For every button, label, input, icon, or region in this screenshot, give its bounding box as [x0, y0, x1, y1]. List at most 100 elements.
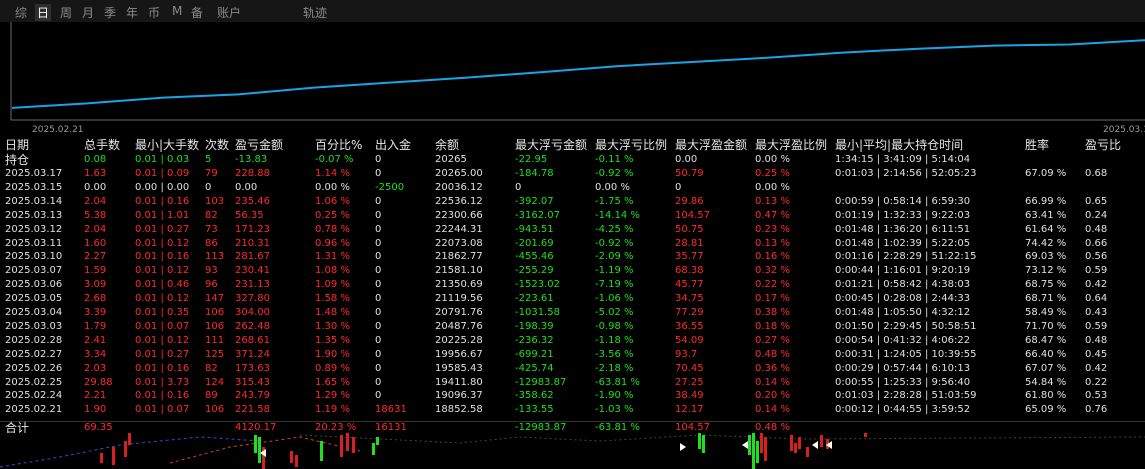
cell-balance: 21119.56	[435, 293, 483, 305]
cell-hold-time: 0:01:03 | 2:28:28 | 51:03:59	[835, 390, 977, 402]
cell-max-float-profit-pct: 0.47 %	[755, 209, 790, 221]
table-row[interactable]: 2025.03.12 2.04 0.01 | 0.27 73 171.23 0.78 % 0…	[0, 224, 1145, 237]
cell-max-float-loss: -1523.02	[515, 279, 560, 291]
cell-deposit: 0	[375, 223, 382, 235]
col-header-pnl[interactable]: 盈亏金额	[235, 139, 283, 151]
cell-deposit: 0	[375, 376, 382, 388]
table-row[interactable]: 2025.03.07 1.59 0.01 | 0.12 93 230.41 1.08 % 0…	[0, 265, 1145, 278]
tab-daily[interactable]: 日	[35, 4, 52, 21]
cell-deposit: 0	[375, 154, 382, 165]
cell-hold-time: 0:01:21 | 0:58:42 | 4:38:03	[835, 279, 971, 291]
col-header-deposit[interactable]: 出入金	[375, 139, 411, 151]
col-header-date[interactable]: 日期	[5, 139, 29, 151]
table-row[interactable]: 2025.02.26 2.03 0.01 | 0.16 82 173.63 0.89 % 0…	[0, 363, 1145, 376]
cell-max-float-loss-pct: -0.92 %	[595, 168, 634, 179]
tab-weekly[interactable]: 周	[60, 4, 72, 21]
cell-total-lots: 3.39	[84, 307, 107, 318]
cell-balance: 21862.77	[435, 251, 483, 263]
table-row[interactable]: 2025.02.28 2.41 0.01 | 0.12 111 268.61 1.35 %…	[0, 335, 1145, 348]
candle	[798, 437, 801, 449]
tab-notes[interactable]: 备	[191, 4, 203, 21]
cell-balance: 19096.37	[435, 390, 483, 402]
col-header-max-float-profit-pct[interactable]: 最大浮盈比例	[755, 139, 827, 151]
table-row[interactable]: 2025.03.13 5.38 0.01 | 1.01 82 56.35 0.25 % 0 2…	[0, 210, 1145, 223]
table-row[interactable]: 2025.02.27 3.34 0.01 | 0.27 125 371.24 1.90 %…	[0, 349, 1145, 362]
tab-yearly[interactable]: 年	[126, 4, 138, 21]
cell-deposit: 0	[375, 348, 382, 360]
cell-date: 2025.03.06	[5, 279, 63, 291]
cell-total-lots: 5.38	[84, 209, 107, 221]
candle	[820, 435, 823, 447]
col-header-min-max-lots[interactable]: 最小|大手数	[135, 139, 199, 151]
tab-magic[interactable]: M	[172, 4, 182, 18]
cell-min-max-lots: 0.01 | 1.01	[135, 209, 190, 221]
cell-pl-ratio: 0.59	[1085, 265, 1108, 277]
cell-pl-ratio: 0.64	[1085, 293, 1108, 305]
cell-min-max-lots: 0.00 | 0.00	[135, 181, 190, 193]
cell-min-max-lots: 0.01 | 0.12	[135, 265, 190, 277]
table-row[interactable]: 2025.03.06 3.09 0.01 | 0.46 96 231.13 1.09 % 0…	[0, 279, 1145, 292]
cell-win-rate: 61.64 %	[1025, 223, 1067, 235]
cell-win-rate: 69.03 %	[1025, 251, 1067, 263]
col-header-max-float-loss-pct[interactable]: 最大浮亏比例	[595, 139, 667, 151]
cell-max-float-profit-pct: 0.17 %	[755, 293, 790, 305]
cell-hold-time: 0:01:48 | 1:05:50 | 4:32:12	[835, 307, 971, 318]
col-header-hold-time[interactable]: 最小|平均|最大持仓时间	[835, 139, 963, 151]
cell-max-float-loss: -358.62	[515, 390, 554, 402]
cell-hold-time: 0:01:48 | 1:02:39 | 5:22:05	[835, 237, 971, 249]
col-header-max-float-profit[interactable]: 最大浮盈金额	[675, 139, 747, 151]
cell-date: 2025.03.07	[5, 265, 63, 277]
tab-track[interactable]: 轨迹	[303, 4, 327, 21]
table-row[interactable]: 2025.03.10 2.27 0.01 | 0.16 113 281.67 1.31 %…	[0, 251, 1145, 264]
cell-date: 2025.03.10	[5, 251, 63, 263]
cell-balance: 22536.12	[435, 195, 483, 207]
cell-max-float-loss-pct: -1.06 %	[595, 293, 634, 305]
cell-pl-ratio: 0.68	[1085, 168, 1108, 179]
cell-total-lots: 0.00	[84, 181, 107, 193]
cell-pl-ratio: 0.53	[1085, 390, 1108, 402]
col-header-pl-ratio[interactable]: 盈亏比	[1085, 139, 1121, 151]
cell-total-lots: 2.27	[84, 251, 107, 263]
cell-max-float-loss-pct: -1.90 %	[595, 390, 634, 402]
cell-deposit: 0	[375, 251, 382, 263]
cell-count: 86	[205, 237, 218, 249]
row-open-positions[interactable]: 持仓 0.08 0.01 | 0.03 5 -13.83 -0.07 % 0 20265 -22…	[0, 154, 1145, 167]
col-header-balance[interactable]: 余额	[435, 139, 459, 151]
table-row[interactable]: 2025.03.05 2.68 0.01 | 0.12 147 327.80 1.58 %…	[0, 293, 1145, 306]
tab-quarterly[interactable]: 季	[104, 4, 116, 21]
table-row[interactable]: 2025.03.03 1.79 0.01 | 0.07 106 262.48 1.30 %…	[0, 321, 1145, 334]
cell-pnl: 304.00	[235, 307, 270, 318]
cell-max-float-profit-pct: 0.00 %	[755, 181, 790, 193]
cell-pl-ratio: 0.45	[1085, 348, 1108, 360]
cell-max-float-profit-pct: 0.20 %	[755, 390, 790, 402]
col-header-pct[interactable]: 百分比%	[315, 139, 362, 151]
cell-count: 147	[205, 293, 225, 305]
col-header-win-rate[interactable]: 胜率	[1025, 139, 1049, 151]
cell-min-max-lots: 0.01 | 0.35	[135, 307, 190, 318]
table-row[interactable]: 2025.02.24 2.21 0.01 | 0.16 89 243.79 1.29 % 0…	[0, 390, 1145, 403]
cell-pl-ratio: 0.59	[1085, 320, 1108, 332]
table-row[interactable]: 2025.03.11 1.60 0.01 | 0.12 86 210.31 0.96 % 0…	[0, 238, 1145, 251]
cell-max-float-profit-pct: 0.48 %	[755, 348, 790, 360]
tab-account[interactable]: 账户	[217, 4, 241, 21]
table-row[interactable]: 2025.03.04 3.39 0.01 | 0.35 106 304.00 1.48 %…	[0, 307, 1145, 320]
tab-currency[interactable]: 币	[148, 4, 160, 21]
col-header-total-lots[interactable]: 总手数	[84, 139, 120, 151]
cell-count: 96	[205, 279, 218, 291]
cell-hold-time: 1:34:15 | 3:41:09 | 5:14:04	[835, 154, 971, 165]
table-row[interactable]: 2025.02.21 1.90 0.01 | 0.07 106 221.58 1.19 %…	[0, 404, 1145, 417]
cell-hold-time: 0:00:31 | 1:24:05 | 10:39:55	[835, 348, 977, 360]
tab-monthly[interactable]: 月	[82, 4, 94, 21]
table-row[interactable]: 2025.03.15 0.00 0.00 | 0.00 0 0.00 0.00 % -250…	[0, 182, 1145, 195]
cell-max-float-profit: 104.57	[675, 209, 710, 221]
table-row[interactable]: 2025.02.25 29.88 0.01 | 3.73 124 315.43 1.65 …	[0, 377, 1145, 390]
cell-max-float-profit: 54.09	[675, 334, 704, 346]
col-header-count[interactable]: 次数	[205, 139, 229, 151]
table-row[interactable]: 2025.03.17 1.63 0.01 | 0.09 79 228.88 1.14 % 0…	[0, 168, 1145, 181]
cell-max-float-loss-pct: -1.19 %	[595, 265, 634, 277]
tab-summary[interactable]: 综	[15, 4, 27, 21]
col-header-max-float-loss[interactable]: 最大浮亏金额	[515, 139, 587, 151]
table-row[interactable]: 2025.03.14 2.04 0.01 | 0.16 103 235.46 1.06 %…	[0, 196, 1145, 209]
cell-pnl: 315.43	[235, 376, 270, 388]
candle	[254, 435, 257, 453]
